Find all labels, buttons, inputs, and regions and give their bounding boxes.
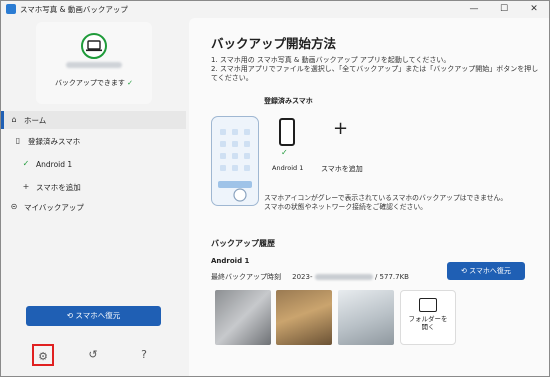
photo-thumbnail[interactable]	[338, 290, 394, 345]
phone-icon[interactable]	[279, 118, 295, 146]
window-title: スマホ写真 & 動画バックアップ	[20, 5, 128, 14]
laptop-icon	[81, 33, 107, 59]
device-card[interactable]: バックアップできます ✓	[36, 22, 152, 104]
folder-label-line-2: 開く	[421, 323, 435, 331]
folder-label-line-1: フォルダーを	[408, 315, 448, 323]
close-button[interactable]: ✕	[519, 1, 549, 18]
maximize-button[interactable]: ☐	[489, 1, 519, 18]
main-pane: バックアップ開始方法 1. スマホ用の スマホ写真 & 動画バックアップ アプリ…	[189, 18, 549, 376]
folder-icon	[419, 298, 437, 312]
app-window: スマホ写真 & 動画バックアップ — ☐ ✕ バックアップできます ✓ ⌂ ホー…	[0, 0, 550, 377]
device-label: Android 1	[272, 164, 304, 172]
app-icon	[6, 4, 16, 14]
home-icon: ⌂	[11, 115, 17, 124]
phone-icon: ▯	[15, 136, 21, 145]
sidebar-item-home[interactable]: ⌂ ホーム	[1, 111, 186, 129]
last-backup-time: 2023-	[292, 273, 313, 281]
note-text: スマホアイコンがグレーで表示されているスマホのバックアップはできません。 スマホ…	[264, 194, 544, 212]
open-folder-button[interactable]: フォルダーを 開く	[400, 290, 456, 345]
restore-to-phone-button[interactable]: ⟲ スマホへ復元	[447, 262, 525, 280]
add-phone-label: スマホを追加	[321, 165, 363, 173]
restore-to-phone-button[interactable]: ⟲ スマホへ復元	[26, 306, 161, 326]
device-status: バックアップできます ✓	[54, 79, 134, 87]
instruction-line-1: 1. スマホ用の スマホ写真 & 動画バックアップ アプリを起動してください。	[211, 56, 451, 64]
title-bar: スマホ写真 & 動画バックアップ — ☐ ✕	[1, 1, 549, 18]
plus-icon[interactable]: +	[333, 118, 348, 139]
sidebar: バックアップできます ✓ ⌂ ホーム ▯ 登録済みスマホ ✓ Android 1…	[1, 18, 186, 376]
folder-icon: ⊝	[10, 202, 18, 211]
sidebar-item-label: スマホを追加	[36, 182, 81, 192]
sidebar-item-registered-phones[interactable]: ▯ 登録済みスマホ	[1, 132, 186, 150]
blurred-time	[314, 274, 373, 280]
page-title: バックアップ開始方法	[211, 36, 337, 51]
phone-illustration	[211, 116, 259, 206]
sidebar-item-label: 登録済みスマホ	[28, 136, 81, 146]
plus-icon: +	[22, 182, 30, 191]
gear-icon[interactable]: ⚙	[32, 344, 54, 366]
registered-phones-label: 登録済みスマホ	[264, 97, 313, 105]
last-backup-label: 最終バックアップ時刻	[211, 273, 281, 281]
photo-thumbnail[interactable]	[215, 290, 271, 345]
photo-thumbnail[interactable]	[276, 290, 332, 345]
note-line-2: スマホの状態やネットワーク接続をご確認ください。	[264, 203, 427, 211]
sidebar-item-label: マイバックアップ	[24, 202, 84, 212]
history-icon[interactable]: ↺	[82, 344, 104, 366]
check-circle-icon: ✓	[281, 148, 288, 157]
sidebar-item-android-1[interactable]: ✓ Android 1	[1, 155, 186, 173]
instruction-line-2: 2. スマホ用アプリでファイルを選択し、「全てバックアップ」または「バックアップ…	[211, 65, 539, 82]
sidebar-item-my-backup[interactable]: ⊝ マイバックアップ	[1, 198, 186, 216]
check-circle-icon: ✓	[127, 79, 134, 87]
minimize-button[interactable]: —	[459, 1, 489, 18]
backup-history-title: バックアップ履歴	[211, 239, 275, 248]
sidebar-item-label: Android 1	[36, 159, 73, 169]
note-line-1: スマホアイコンがグレーで表示されているスマホのバックアップはできません。	[264, 194, 508, 202]
history-device-name: Android 1	[211, 257, 250, 265]
device-name-blurred	[66, 62, 122, 68]
instructions: 1. スマホ用の スマホ写真 & 動画バックアップ アプリを起動してください。 …	[211, 56, 541, 83]
check-circle-icon: ✓	[22, 159, 30, 168]
backup-size: / 577.7KB	[374, 273, 409, 281]
help-icon[interactable]: ?	[133, 344, 155, 366]
sidebar-item-add-phone[interactable]: + スマホを追加	[1, 178, 186, 196]
sidebar-item-label: ホーム	[24, 115, 47, 125]
last-backup-info: 最終バックアップ時刻 2023- / 577.7KB	[211, 272, 409, 282]
